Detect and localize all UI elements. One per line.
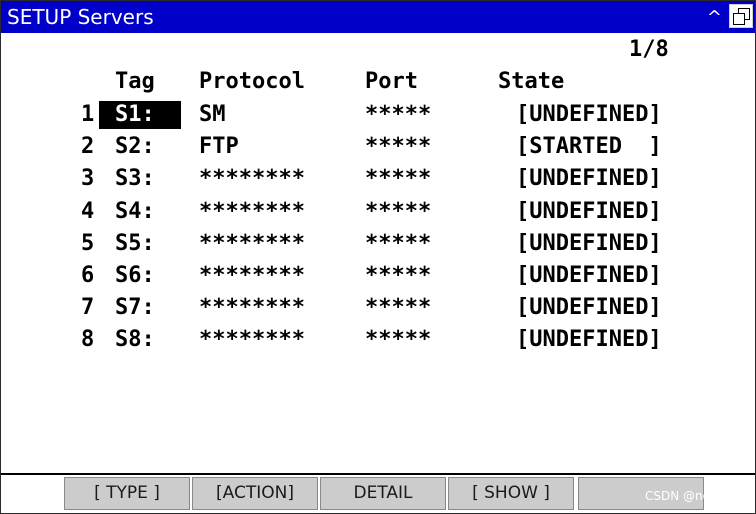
row-tag[interactable]: S2: — [99, 133, 181, 161]
column-header-state: State — [498, 69, 565, 94]
row-state: [UNDEFINED] — [516, 263, 662, 288]
watermark: CSDN @norlight — [645, 489, 742, 503]
row-protocol[interactable]: ******** — [199, 230, 305, 258]
softkey-type[interactable]: [ TYPE ] — [64, 477, 190, 510]
softkey-show[interactable]: [ SHOW ] — [448, 477, 574, 510]
caret-up-icon[interactable]: ^ — [707, 2, 722, 34]
row-port[interactable]: ***** — [365, 165, 431, 193]
page-indicator: 1/8 — [629, 37, 669, 62]
row-tag[interactable]: S8: — [99, 326, 181, 354]
row-protocol[interactable]: FTP — [199, 133, 239, 161]
row-tag[interactable]: S3: — [99, 165, 181, 193]
column-header-protocol: Protocol — [199, 69, 305, 94]
softkey-action[interactable]: [ACTION] — [192, 477, 318, 510]
row-tag[interactable]: S1: — [99, 101, 181, 129]
row-number: 2 — [81, 134, 95, 159]
row-number: 6 — [81, 263, 95, 288]
row-state: [STARTED ] — [516, 134, 662, 159]
title-bar: SETUP Servers ^ — [1, 1, 755, 33]
row-number: 8 — [81, 327, 95, 352]
softkey-bar: [ TYPE ] [ACTION] DETAIL [ SHOW ] — [1, 473, 755, 513]
row-port[interactable]: ***** — [365, 133, 431, 161]
teach-pendant-screen: SETUP Servers ^ 1/8 Tag Protocol Port St… — [0, 0, 756, 514]
row-protocol[interactable]: ******** — [199, 198, 305, 226]
column-header-tag: Tag — [115, 69, 155, 94]
row-tag[interactable]: S7: — [99, 294, 181, 322]
row-state: [UNDEFINED] — [516, 166, 662, 191]
row-port[interactable]: ***** — [365, 326, 431, 354]
row-port[interactable]: ***** — [365, 262, 431, 290]
row-number: 3 — [81, 166, 95, 191]
softkey-detail[interactable]: DETAIL — [320, 477, 446, 510]
row-state: [UNDEFINED] — [516, 295, 662, 320]
row-protocol[interactable]: ******** — [199, 326, 305, 354]
window-title: SETUP Servers — [7, 5, 154, 29]
restore-window-icon[interactable] — [729, 4, 753, 28]
column-header-port: Port — [365, 69, 418, 94]
row-state: [UNDEFINED] — [516, 102, 662, 127]
row-number: 7 — [81, 295, 95, 320]
row-number: 4 — [81, 199, 95, 224]
row-number: 1 — [81, 102, 95, 127]
row-port[interactable]: ***** — [365, 198, 431, 226]
row-number: 5 — [81, 231, 95, 256]
restore-window-icon-front — [733, 13, 745, 25]
row-tag[interactable]: S5: — [99, 230, 181, 258]
row-protocol[interactable]: ******** — [199, 294, 305, 322]
row-tag[interactable]: S4: — [99, 198, 181, 226]
row-port[interactable]: ***** — [365, 294, 431, 322]
row-protocol[interactable]: ******** — [199, 262, 305, 290]
row-protocol[interactable]: SM — [199, 101, 226, 129]
row-tag[interactable]: S6: — [99, 262, 181, 290]
row-state: [UNDEFINED] — [516, 199, 662, 224]
row-state: [UNDEFINED] — [516, 231, 662, 256]
row-port[interactable]: ***** — [365, 230, 431, 258]
row-port[interactable]: ***** — [365, 101, 431, 129]
row-protocol[interactable]: ******** — [199, 165, 305, 193]
row-state: [UNDEFINED] — [516, 327, 662, 352]
